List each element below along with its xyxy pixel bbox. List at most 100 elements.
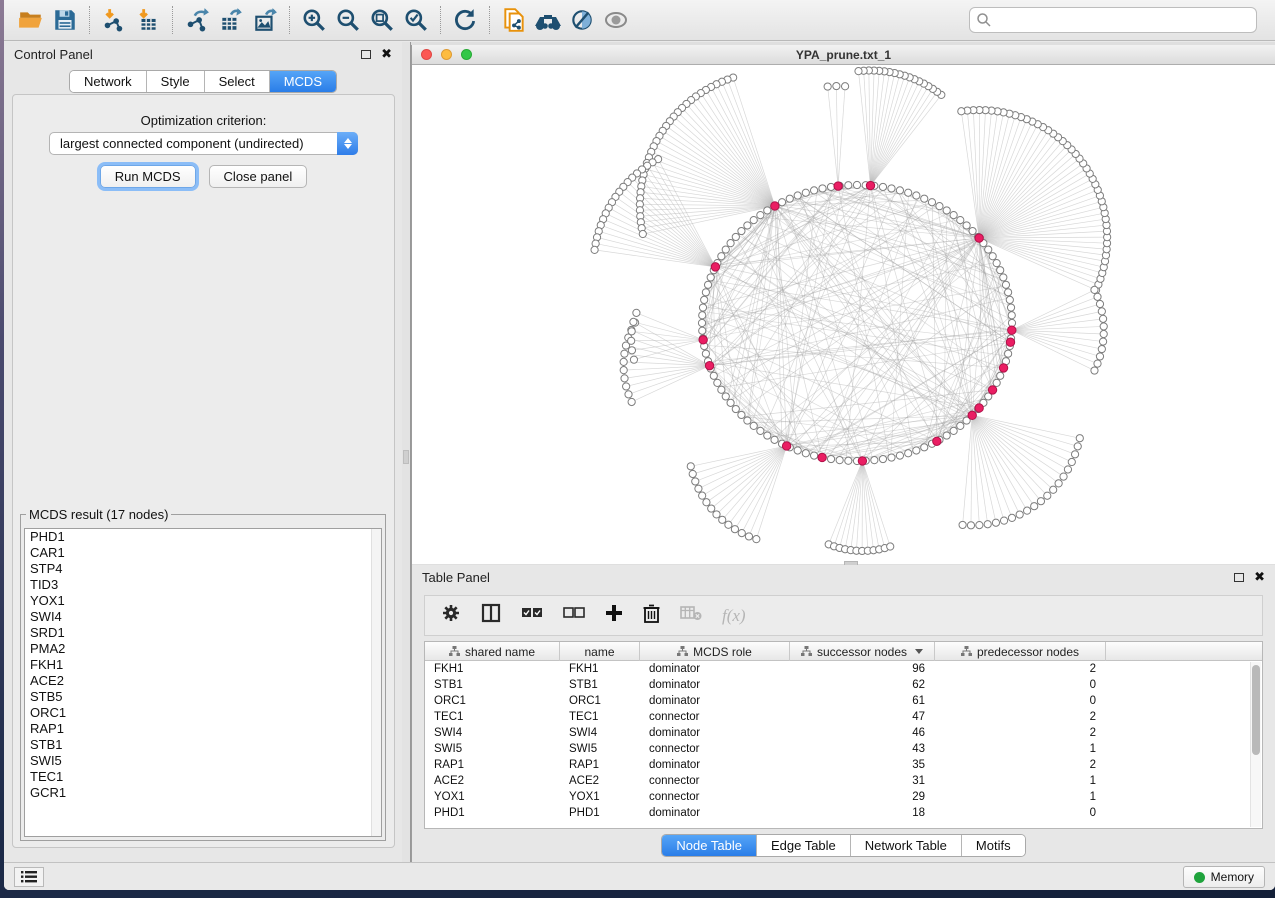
mcds-result-item[interactable]: PMA2 — [25, 641, 381, 657]
mcds-result-item[interactable]: FKH1 — [25, 657, 381, 673]
cell-shared-name: ORC1 — [425, 695, 560, 707]
toolbar-separator — [440, 6, 441, 34]
column-header-name[interactable]: name — [560, 642, 640, 661]
deselect-all-icon[interactable] — [563, 606, 585, 625]
scrollbar-thumb[interactable] — [1252, 665, 1260, 755]
zoom-in-icon[interactable] — [297, 4, 331, 36]
hide-visualization-icon[interactable] — [565, 4, 599, 36]
tab-network-table[interactable]: Network Table — [851, 835, 962, 856]
export-network-icon[interactable] — [180, 4, 214, 36]
zoom-fit-icon[interactable] — [365, 4, 399, 36]
cell-shared-name: STB1 — [425, 679, 560, 691]
import-table-icon[interactable] — [131, 4, 165, 36]
memory-button[interactable]: Memory — [1183, 866, 1265, 888]
search-input[interactable] — [969, 7, 1257, 33]
mcds-result-title: MCDS result (17 nodes) — [26, 507, 171, 522]
splitter-handle[interactable] — [403, 450, 409, 464]
table-row[interactable]: RAP1RAP1dominator352 — [425, 757, 1262, 773]
list-icon — [21, 871, 37, 883]
mcds-result-item[interactable]: ACE2 — [25, 673, 381, 689]
table-row[interactable]: TEC1TEC1connector472 — [425, 709, 1262, 725]
gear-icon[interactable] — [441, 603, 461, 628]
clone-network-icon[interactable] — [497, 4, 531, 36]
mcds-result-item[interactable]: TEC1 — [25, 769, 381, 785]
float-panel-icon[interactable] — [361, 50, 371, 59]
table-header: shared namenameMCDS rolesuccessor nodesp… — [425, 642, 1262, 661]
mcds-result-item[interactable]: YOX1 — [25, 593, 381, 609]
refresh-icon[interactable] — [448, 4, 482, 36]
column-header-predecessor-nodes[interactable]: predecessor nodes — [935, 642, 1106, 661]
cell-predecessor-nodes: 0 — [935, 807, 1106, 819]
tab-style[interactable]: Style — [147, 71, 205, 92]
table-row[interactable]: SWI5SWI5connector431 — [425, 741, 1262, 757]
toolbar-separator — [89, 6, 90, 34]
save-session-icon[interactable] — [48, 4, 82, 36]
binoculars-icon[interactable] — [531, 4, 565, 36]
tab-network[interactable]: Network — [70, 71, 147, 92]
task-history-button[interactable] — [14, 867, 44, 887]
close-table-panel-icon[interactable]: ✖ — [1254, 569, 1265, 585]
close-panel-icon[interactable]: ✖ — [381, 46, 392, 62]
export-image-icon[interactable] — [248, 4, 282, 36]
table-rows: FKH1FKH1dominator962STB1STB1dominator620… — [425, 661, 1262, 821]
table-row[interactable]: YOX1YOX1connector291 — [425, 789, 1262, 805]
table-row[interactable]: SWI4SWI4dominator462 — [425, 725, 1262, 741]
cell-name: PHD1 — [560, 807, 640, 819]
table-row[interactable]: FKH1FKH1dominator962 — [425, 661, 1262, 677]
tab-mcds[interactable]: MCDS — [270, 71, 336, 92]
cell-MCDS-role: connector — [640, 711, 790, 723]
mcds-result-item[interactable]: ORC1 — [25, 705, 381, 721]
mcds-result-item[interactable]: RAP1 — [25, 721, 381, 737]
cell-predecessor-nodes: 1 — [935, 743, 1106, 755]
table-row[interactable]: ORC1ORC1dominator610 — [425, 693, 1262, 709]
cell-name: RAP1 — [560, 759, 640, 771]
mcds-result-item[interactable]: STB5 — [25, 689, 381, 705]
cell-name: ORC1 — [560, 695, 640, 707]
import-network-icon[interactable] — [97, 4, 131, 36]
table-row[interactable]: STB1STB1dominator620 — [425, 677, 1262, 693]
export-table-icon[interactable] — [214, 4, 248, 36]
cell-predecessor-nodes: 0 — [935, 695, 1106, 707]
float-table-panel-icon[interactable] — [1234, 573, 1244, 582]
column-header-shared-name[interactable]: shared name — [425, 642, 560, 661]
cell-MCDS-role: dominator — [640, 759, 790, 771]
vertical-splitter[interactable] — [402, 42, 411, 862]
open-file-icon[interactable] — [14, 4, 48, 36]
table-row[interactable]: PHD1PHD1dominator180 — [425, 805, 1262, 821]
tab-select[interactable]: Select — [205, 71, 270, 92]
mcds-result-item[interactable]: SWI4 — [25, 609, 381, 625]
mcds-result-item[interactable]: TID3 — [25, 577, 381, 593]
mcds-result-item[interactable]: PHD1 — [25, 529, 381, 545]
run-mcds-button[interactable]: Run MCDS — [100, 165, 196, 188]
mcds-result-item[interactable]: CAR1 — [25, 545, 381, 561]
cell-successor-nodes: 62 — [790, 679, 935, 691]
mcds-result-list[interactable]: PHD1CAR1STP4TID3YOX1SWI4SRD1PMA2FKH1ACE2… — [24, 528, 382, 837]
column-header-successor-nodes[interactable]: successor nodes — [790, 642, 935, 661]
criterion-select[interactable]: largest connected component (undirected) — [49, 132, 358, 155]
mcds-result-item[interactable]: GCR1 — [25, 785, 381, 801]
columns-icon[interactable] — [481, 603, 501, 628]
mcds-result-item[interactable]: STP4 — [25, 561, 381, 577]
column-header-MCDS-role[interactable]: MCDS role — [640, 642, 790, 661]
zoom-selected-icon[interactable] — [399, 4, 433, 36]
mcds-result-item[interactable]: SRD1 — [25, 625, 381, 641]
network-window-titlebar[interactable]: YPA_prune.txt_1 — [412, 45, 1275, 65]
tab-node-table[interactable]: Node Table — [662, 835, 757, 856]
show-visualization-icon[interactable] — [599, 4, 633, 36]
attribute-icon — [801, 646, 812, 657]
cell-successor-nodes: 47 — [790, 711, 935, 723]
cell-name: TEC1 — [560, 711, 640, 723]
mcds-result-item[interactable]: STB1 — [25, 737, 381, 753]
close-panel-button[interactable]: Close panel — [209, 165, 308, 188]
delete-icon[interactable] — [643, 604, 660, 628]
zoom-out-icon[interactable] — [331, 4, 365, 36]
tab-motifs[interactable]: Motifs — [962, 835, 1025, 856]
mcds-result-item[interactable]: SWI5 — [25, 753, 381, 769]
mcds-list-scrollbar[interactable] — [371, 529, 381, 836]
network-canvas[interactable] — [412, 65, 1275, 564]
add-icon[interactable] — [605, 604, 623, 627]
table-scrollbar[interactable] — [1250, 662, 1261, 827]
select-all-icon[interactable] — [521, 606, 543, 625]
table-row[interactable]: ACE2ACE2connector311 — [425, 773, 1262, 789]
tab-edge-table[interactable]: Edge Table — [757, 835, 851, 856]
